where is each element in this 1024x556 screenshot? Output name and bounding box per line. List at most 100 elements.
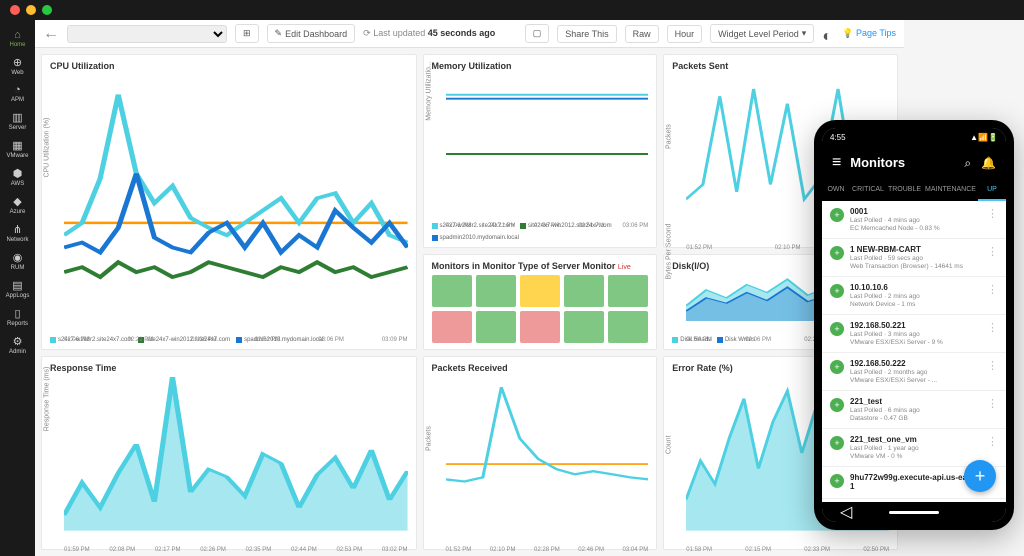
monitor-name: 221_test_one_vm [850,435,981,444]
sidebar-item-apm[interactable]: ◔APM [0,81,35,106]
kebab-icon[interactable]: ⋮ [987,435,998,448]
kebab-icon[interactable]: ⋮ [987,359,998,372]
monitor-tile-up[interactable] [608,275,648,307]
back-icon[interactable]: ← [43,25,59,43]
legend-swatch-icon [50,337,56,343]
x-tick-label: 02:28 PM [534,547,560,553]
cpu-chart[interactable]: CPU Utilization (%) 02:06 PM02:21 PM02:3… [50,75,408,333]
sidebar-item-network[interactable]: ⋔Network [0,220,35,246]
x-tick-label: 02:36 PM [191,337,217,343]
monitor-list-item[interactable]: +1 NEW-RBM-CARTLast Polled · 59 secs ago… [822,239,1006,277]
cpu-utilization-card: CPU Utilization CPU Utilization (%) 02:0… [41,54,417,350]
hour-button[interactable]: Hour [667,25,703,43]
hamburger-icon[interactable]: ≡ Monitors [832,154,905,172]
last-updated: ⟳ Last updated 45 seconds ago [363,28,495,39]
sidebar: ⌂Home⊕Web◔APM▥Server▦VMware⬢AWS◆Azure⋔Ne… [0,20,35,556]
monitor-tile-up[interactable] [476,311,516,343]
monitor-tile-trouble[interactable] [520,275,560,307]
x-tick-label: 02:44 PM [291,547,317,553]
window-maximize-icon[interactable] [42,5,52,15]
x-tick-label: 01:58 PM [686,547,712,553]
sidebar-item-azure[interactable]: ◆Azure [0,192,35,218]
window-close-icon[interactable] [10,5,20,15]
y-axis-label: Response Time (ms) [44,367,51,432]
x-tick-label: 03:06 PM [318,337,344,343]
kebab-icon[interactable]: ⋮ [987,283,998,296]
kebab-icon[interactable]: ⋮ [987,321,998,334]
legend-swatch-icon [672,337,678,343]
monitor-list-item[interactable]: +192.168.50.221Last Polled · 3 mins agoV… [822,315,1006,353]
dashboard-select[interactable] [67,25,227,43]
mem-chart[interactable]: Memory Utilizatio... 02:06 PM02:21 PM02:… [432,75,649,219]
monitor-tile-down[interactable] [432,311,472,343]
edit-dashboard-button[interactable]: ✎ Edit Dashboard [267,24,356,43]
sidebar-item-server[interactable]: ▥Server [0,108,35,134]
refresh-icon[interactable]: ⟳ [363,28,371,38]
sidebar-item-applogs[interactable]: ▤AppLogs [0,276,35,302]
bell-icon[interactable]: 🔔 [981,156,996,171]
monitor-name: 192.168.50.222 [850,359,981,368]
monitor-tile-up[interactable] [564,275,604,307]
sidebar-item-home[interactable]: ⌂Home [0,26,35,51]
phone-tab-up[interactable]: UP [978,180,1006,201]
monitor-tile-up[interactable] [432,275,472,307]
sidebar-item-label: AWS [11,181,24,187]
x-tick-label: 01:52 PM [446,547,472,553]
response-time-card: Response Time Response Time (ms) 01:59 P… [41,356,417,550]
monitor-list-item[interactable]: +0001Last Polled · 4 mins agoEC Memcache… [822,201,1006,239]
monitor-tile-up[interactable] [476,275,516,307]
sidebar-item-label: Web [11,70,23,76]
monitor-tile-up[interactable] [608,311,648,343]
x-tick-label: 03:06 PM [623,223,649,229]
sidebar-item-label: Server [9,125,27,131]
sidebar-item-aws[interactable]: ⬢AWS [0,164,35,190]
sidebar-item-web[interactable]: ⊕Web [0,53,35,79]
page-tips-link[interactable]: 💡 Page Tips [842,28,896,39]
phone-statusbar: 4:55 ▲📶🔋 [822,128,1006,146]
grid-view-button[interactable]: ⊞ [235,24,259,43]
monitor-list-item[interactable]: +221_testLast Polled · 6 mins agoDatasto… [822,391,1006,429]
kebab-icon[interactable]: ⋮ [987,207,998,220]
titlebar [0,0,1024,20]
sidebar-item-label: Azure [10,209,26,215]
phone-tab-trouble[interactable]: TROUBLE [886,180,923,201]
phone-tab-maintenance[interactable]: MAINTENANCE [923,180,978,201]
rt-chart[interactable]: Response Time (ms) 01:59 PM02:08 PM02:17… [50,377,408,543]
x-tick-label: 02:17 PM [155,547,181,553]
y-axis-label: Bytes Per Second [666,223,673,279]
legend-item[interactable]: spadmin2010.mydomain.local [432,235,519,241]
phone-tab-critical[interactable]: CRITICAL [850,180,886,201]
azure-icon: ◆ [13,195,21,208]
status-up-icon: + [830,208,844,222]
fab-add-button[interactable]: + [964,460,996,492]
vmware-icon: ▦ [12,139,22,152]
search-icon[interactable]: ⌕ [964,156,971,171]
x-tick-label: 03:09 PM [382,337,408,343]
phone-monitor-list[interactable]: +0001Last Polled · 4 mins agoEC Memcache… [822,201,1006,502]
monitor-tile-down[interactable] [520,311,560,343]
x-tick-label: 02:26 PM [200,547,226,553]
home-icon: ⌂ [14,29,21,41]
window-minimize-icon[interactable] [26,5,36,15]
monitor-last-polled: Last Polled · 1 year ago [850,445,981,452]
widget-period-button[interactable]: Widget Level Period ▾ [710,24,814,43]
pkts-recv-chart[interactable]: Packets 01:52 PM02:10 PM02:28 PM02:46 PM… [432,377,649,543]
kebab-icon[interactable]: ⋮ [987,397,998,410]
monitor-list-item[interactable]: +10.10.10.6Last Polled · 2 mins agoNetwo… [822,277,1006,315]
dark-mode-icon[interactable]: ◐ [822,28,834,40]
card-title: Monitors in Monitor Type of Server Monit… [432,261,649,271]
present-button[interactable]: ▢ [525,24,550,43]
sidebar-item-admin[interactable]: ⚙Admin [0,332,35,358]
kebab-icon[interactable]: ⋮ [987,245,998,258]
phone-tab-own[interactable]: OWN [822,180,850,201]
sidebar-item-reports[interactable]: ▯Reports [0,304,35,330]
phone-tabs: OWNCRITICALTROUBLEMAINTENANCEUP [822,180,1006,201]
aws-icon: ⬢ [13,167,23,180]
monitor-tile-up[interactable] [564,311,604,343]
monitor-list-item[interactable]: +192.168.50.222Last Polled · 2 months ag… [822,353,1006,391]
sidebar-item-vmware[interactable]: ▦VMware [0,136,35,162]
share-button[interactable]: Share This [557,25,616,43]
raw-button[interactable]: Raw [625,25,659,43]
sidebar-item-rum[interactable]: ◉RUM [0,248,35,274]
packets-received-card: Packets Received Packets 01:52 PM02:10 P… [423,356,658,550]
